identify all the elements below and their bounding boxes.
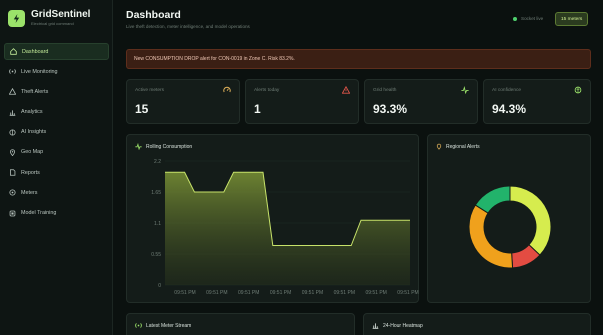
socket-status: Socket live — [513, 16, 543, 21]
alert-banner[interactable]: New CONSUMPTION DROP alert for CON-0019 … — [126, 49, 591, 69]
sidebar-item-label: Dashboard — [22, 48, 49, 55]
card-title: Latest Meter Stream — [135, 322, 191, 329]
sidebar-nav: Dashboard Live Monitoring Theft Alerts A… — [4, 43, 109, 225]
kpi-label: Active meters — [135, 88, 165, 93]
x-tick-label: 09:51 PM — [206, 290, 227, 296]
sidebar-item-label: Live Monitoring — [21, 68, 58, 75]
brand: GridSentinel Electrical grid command — [8, 9, 90, 27]
card-title: 24-Hour Heatmap — [372, 322, 423, 329]
page-title: Dashboard — [126, 9, 181, 21]
kpi-value: 93.3% — [373, 102, 408, 116]
heatmap-card: 24-Hour Heatmap — [363, 313, 591, 335]
donut-slice — [509, 185, 552, 256]
sidebar-item-label: Geo Map — [21, 149, 44, 156]
lightning-icon — [8, 10, 25, 27]
kpi-value: 15 — [135, 102, 149, 116]
status-dot — [513, 16, 517, 21]
sidebar-item-label: Theft Alerts — [21, 88, 49, 95]
y-tick-label: 1.1 — [154, 221, 161, 227]
x-tick-label: 09:51 PM — [270, 290, 291, 296]
brand-name: GridSentinel — [31, 9, 91, 20]
sidebar-item-meters[interactable]: Meters — [4, 184, 109, 201]
meter-icon — [9, 189, 16, 196]
x-tick-label: 09:51 PM — [365, 290, 386, 296]
x-tick-label: 09:51 PM — [174, 290, 195, 296]
bar-chart-icon — [9, 109, 16, 116]
kpi-label: AI confidence — [492, 88, 522, 93]
sidebar-item-dashboard[interactable]: Dashboard — [4, 43, 109, 60]
y-tick-label: 1.65 — [151, 190, 161, 196]
kpi-active-meters: Active meters 15 — [126, 79, 240, 124]
rolling-consumption-card: Rolling Consumption 0 0.55 1.1 1.65 2.2 09:51… — [126, 134, 419, 303]
page-subtitle: Live theft detection, meter intelligence… — [126, 24, 250, 29]
pulse-icon — [461, 86, 469, 94]
sidebar-item-label: Model Training — [21, 210, 57, 216]
chip-icon — [9, 210, 16, 217]
signal-icon — [135, 323, 142, 328]
rolling-consumption-chart: 0 0.55 1.1 1.65 2.2 09:51 PM 09:51 PM 09:51 PM 0… — [151, 159, 418, 296]
sidebar-item-label: Analytics — [21, 109, 43, 116]
gauge-icon — [223, 86, 231, 93]
sidebar-item-theft-alerts[interactable]: Theft Alerts — [4, 83, 109, 100]
y-tick-label: 0.55 — [151, 252, 161, 258]
sidebar-item-label: Meters — [21, 189, 38, 196]
kpi-value: 1 — [254, 102, 261, 116]
map-pin-icon — [9, 149, 16, 156]
kpi-value: 94.3% — [492, 102, 527, 116]
bar-chart-icon — [372, 323, 379, 329]
x-tick-label: 09:51 PM — [334, 290, 355, 296]
kpi-alerts-today: Alerts today 1 — [245, 79, 359, 124]
series-area — [165, 172, 410, 285]
brand-subtitle: Electrical grid command — [31, 21, 74, 26]
latest-meter-stream-card: Latest Meter Stream — [126, 313, 355, 335]
socket-status-label: Socket live — [521, 16, 544, 21]
card-title-label: 24-Hour Heatmap — [383, 322, 423, 329]
main-content: Dashboard Live theft detection, meter in… — [113, 0, 603, 335]
meters-badge[interactable]: 15 meters — [555, 12, 589, 26]
regional-alerts-chart — [468, 185, 552, 269]
alert-banner-text: New CONSUMPTION DROP alert for CON-0019 … — [134, 56, 295, 62]
x-tick-label: 09:51 PM — [302, 290, 323, 296]
warning-icon — [342, 86, 350, 94]
kpi-grid-health: Grid health 93.3% — [364, 79, 478, 124]
sidebar-item-reports[interactable]: Reports — [4, 164, 109, 181]
kpi-label: Alerts today — [254, 88, 280, 93]
y-tick-label: 2.2 — [154, 159, 161, 165]
warning-icon — [9, 88, 16, 96]
sidebar-item-live-monitoring[interactable]: Live Monitoring — [4, 63, 109, 80]
x-tick-label: 09:51 PM — [238, 290, 259, 296]
kpi-ai-confidence: AI confidence 94.3% — [483, 79, 591, 124]
sidebar-item-ai-insights[interactable]: AI Insights — [4, 124, 109, 141]
x-tick-label: 09:51 PM — [397, 290, 418, 296]
card-title-label: Latest Meter Stream — [146, 322, 192, 329]
sidebar-item-label: AI Insights — [21, 129, 47, 136]
regional-alerts-card: Regional Alerts — [427, 134, 591, 303]
kpi-label: Grid health — [373, 88, 397, 93]
sidebar: GridSentinel Electrical grid command Das… — [0, 0, 113, 335]
sidebar-item-label: Reports — [21, 169, 40, 176]
y-tick-label: 0 — [158, 283, 161, 289]
donut-slice — [468, 204, 514, 269]
document-icon — [9, 169, 16, 176]
sidebar-item-analytics[interactable]: Analytics — [4, 104, 109, 121]
brain-icon — [574, 86, 582, 94]
brain-icon — [9, 129, 16, 136]
home-icon — [10, 48, 17, 55]
sidebar-item-geo-map[interactable]: Geo Map — [4, 144, 109, 161]
signal-icon — [9, 68, 16, 75]
sidebar-item-model-training[interactable]: Model Training — [4, 205, 109, 222]
